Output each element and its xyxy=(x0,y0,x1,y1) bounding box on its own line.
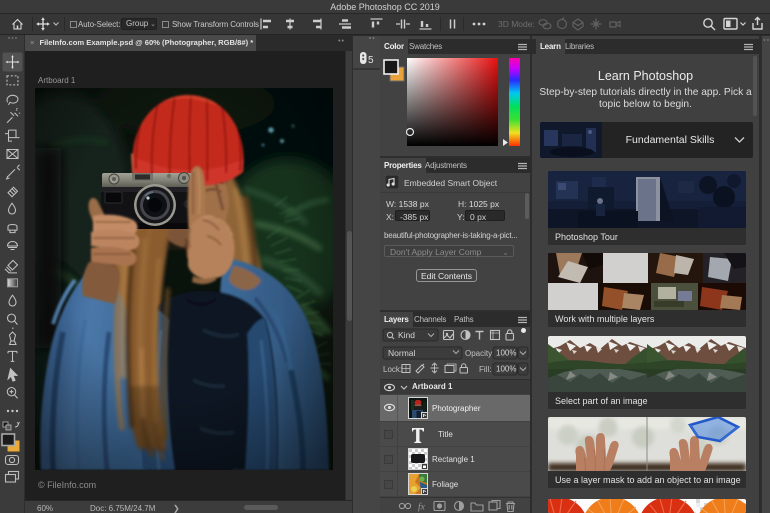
svg-text:3D Mode:: 3D Mode: xyxy=(498,19,535,29)
svg-text:5: 5 xyxy=(368,55,374,66)
svg-text:100%: 100% xyxy=(496,349,516,358)
svg-text:Opacity:: Opacity: xyxy=(465,349,494,358)
svg-text:Lock:: Lock: xyxy=(383,365,402,374)
svg-text:100%: 100% xyxy=(496,365,516,374)
svg-text:Kind: Kind xyxy=(398,330,415,340)
svg-text:Normal: Normal xyxy=(388,348,416,358)
svg-text:fx: fx xyxy=(418,502,426,513)
svg-text:Fill:: Fill: xyxy=(479,365,491,374)
